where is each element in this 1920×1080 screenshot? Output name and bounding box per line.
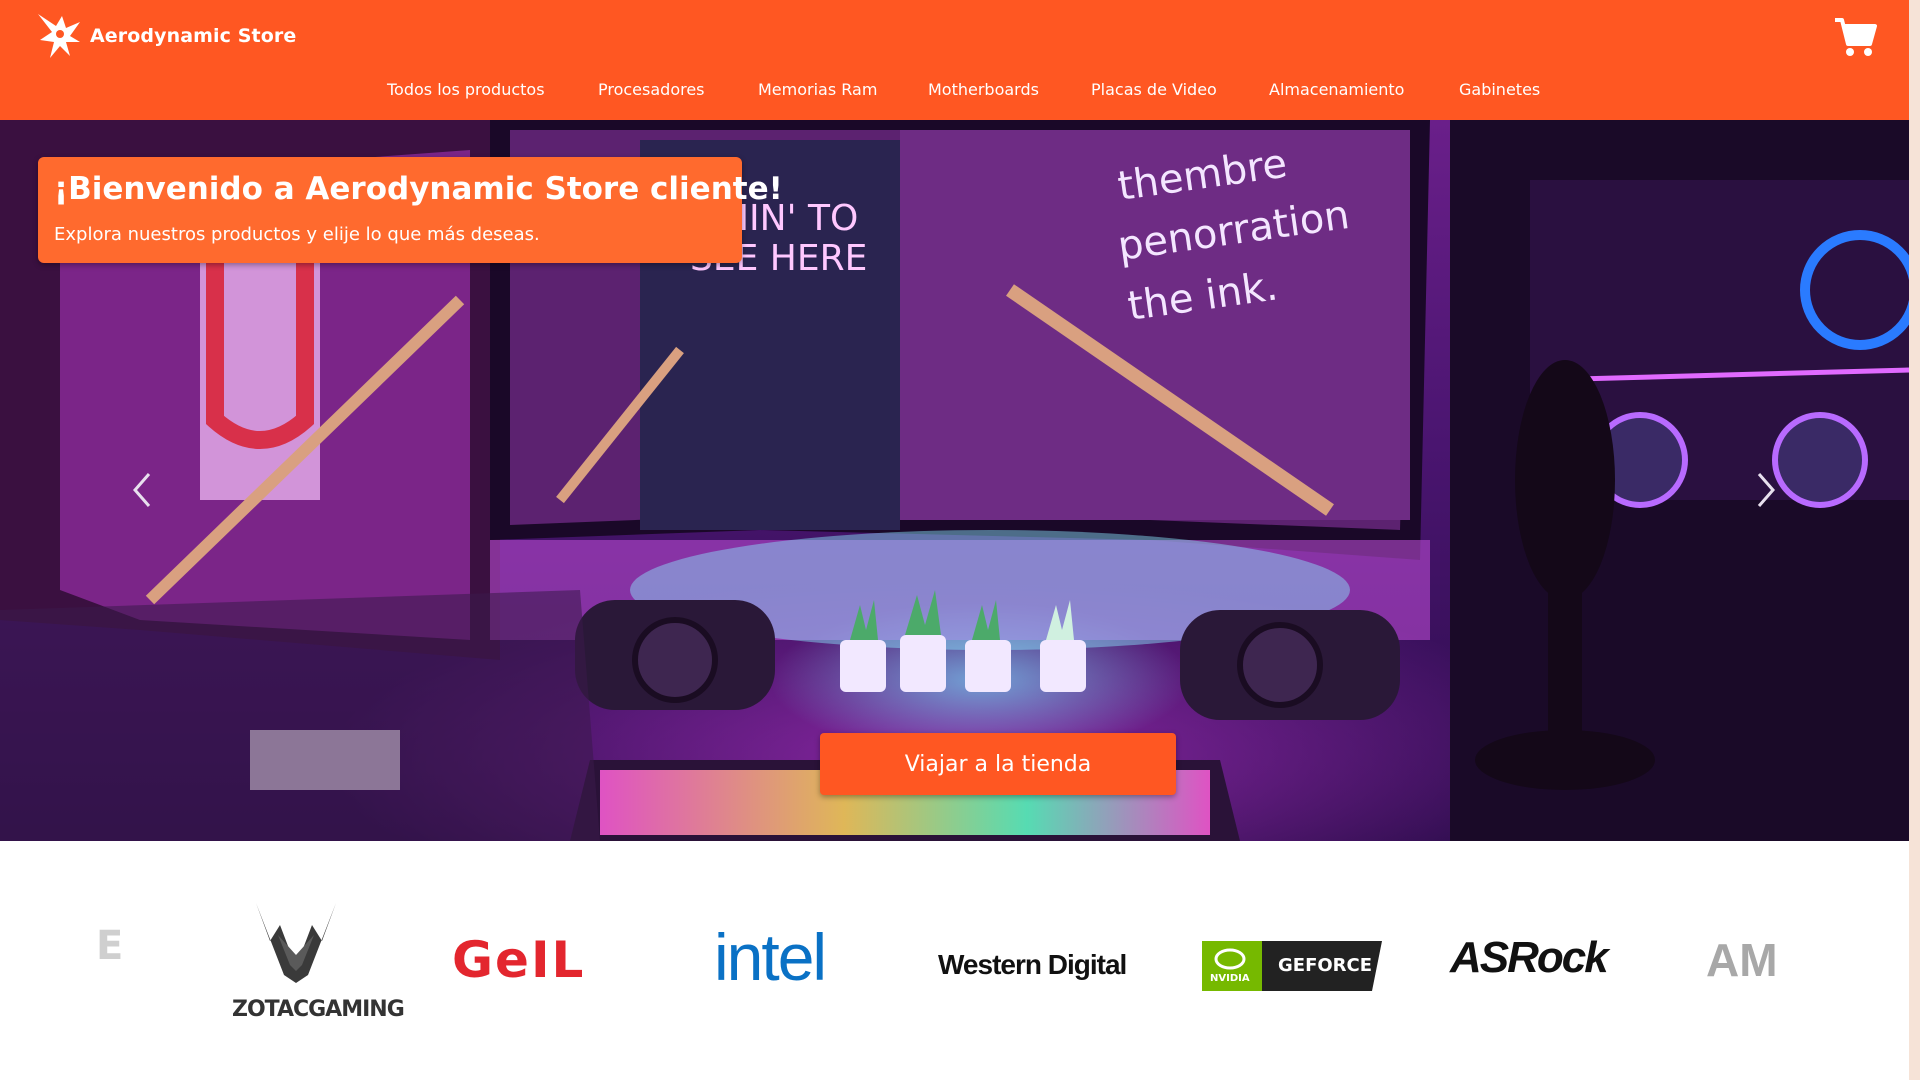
zotac-emblem-icon [256,903,336,983]
welcome-subtitle: Explora nuestros productos y elije lo qu… [54,224,540,245]
brand-logo[interactable]: Aerodynamic Store [36,12,296,60]
nav-placas-de-video[interactable]: Placas de Video [1091,80,1217,99]
shopping-cart-icon[interactable] [1833,12,1877,60]
brand-name: Aerodynamic Store [90,25,297,47]
page-edge-strip [1909,0,1920,1080]
asrock-label: ASRock [1450,933,1609,982]
brand-asrock[interactable]: ASRock [1450,933,1640,989]
brand-amd[interactable]: AM [1706,933,1814,989]
brand-nvidia-geforce[interactable]: NVIDIA GEFORCE [1202,941,1382,991]
geforce-label: GEFORCE [1278,955,1373,976]
chevron-left-icon[interactable] [123,460,163,520]
nav-todos-los-productos[interactable]: Todos los productos [387,80,545,99]
main-nav: Todos los productos Procesadores Memoria… [0,80,1909,104]
western-digital-label: Western Digital [938,949,1127,980]
brand-logos-strip: E ZOTACGAMING GeIL intel Western Digital… [0,841,1909,1080]
geil-label: GeIL [452,931,586,989]
chevron-right-icon[interactable] [1745,460,1785,520]
nav-almacenamiento[interactable]: Almacenamiento [1269,80,1404,99]
amd-label: AM [1706,934,1778,986]
site-header: Aerodynamic Store Todos los productos Pr… [0,0,1909,120]
brand-intel[interactable]: intel [714,919,874,999]
nav-memorias-ram[interactable]: Memorias Ram [758,80,877,99]
brand-zotac-gaming[interactable]: ZOTACGAMING [226,895,405,1040]
brand-western-digital[interactable]: Western Digital [938,949,1148,989]
nav-procesadores[interactable]: Procesadores [598,80,705,99]
zotac-label: ZOTACGAMING [232,997,405,1022]
welcome-title: ¡Bienvenido a Aerodynamic Store cliente! [54,171,783,207]
shop-cta-button[interactable]: Viajar a la tienda [820,733,1176,795]
nav-motherboards[interactable]: Motherboards [928,80,1039,99]
svg-text:E: E [96,923,123,969]
brand-logo-partial-left: E [96,911,136,971]
brand-geil[interactable]: GeIL [452,931,632,991]
welcome-banner: ¡Bienvenido a Aerodynamic Store cliente!… [38,157,783,263]
bird-logo-icon [38,14,80,58]
intel-label: intel [714,920,827,994]
nav-gabinetes[interactable]: Gabinetes [1459,80,1540,99]
hero-carousel: THIN' TO SEE HERE thembre penorration th… [0,120,1909,841]
nvidia-badge-label: NVIDIA [1210,973,1250,984]
